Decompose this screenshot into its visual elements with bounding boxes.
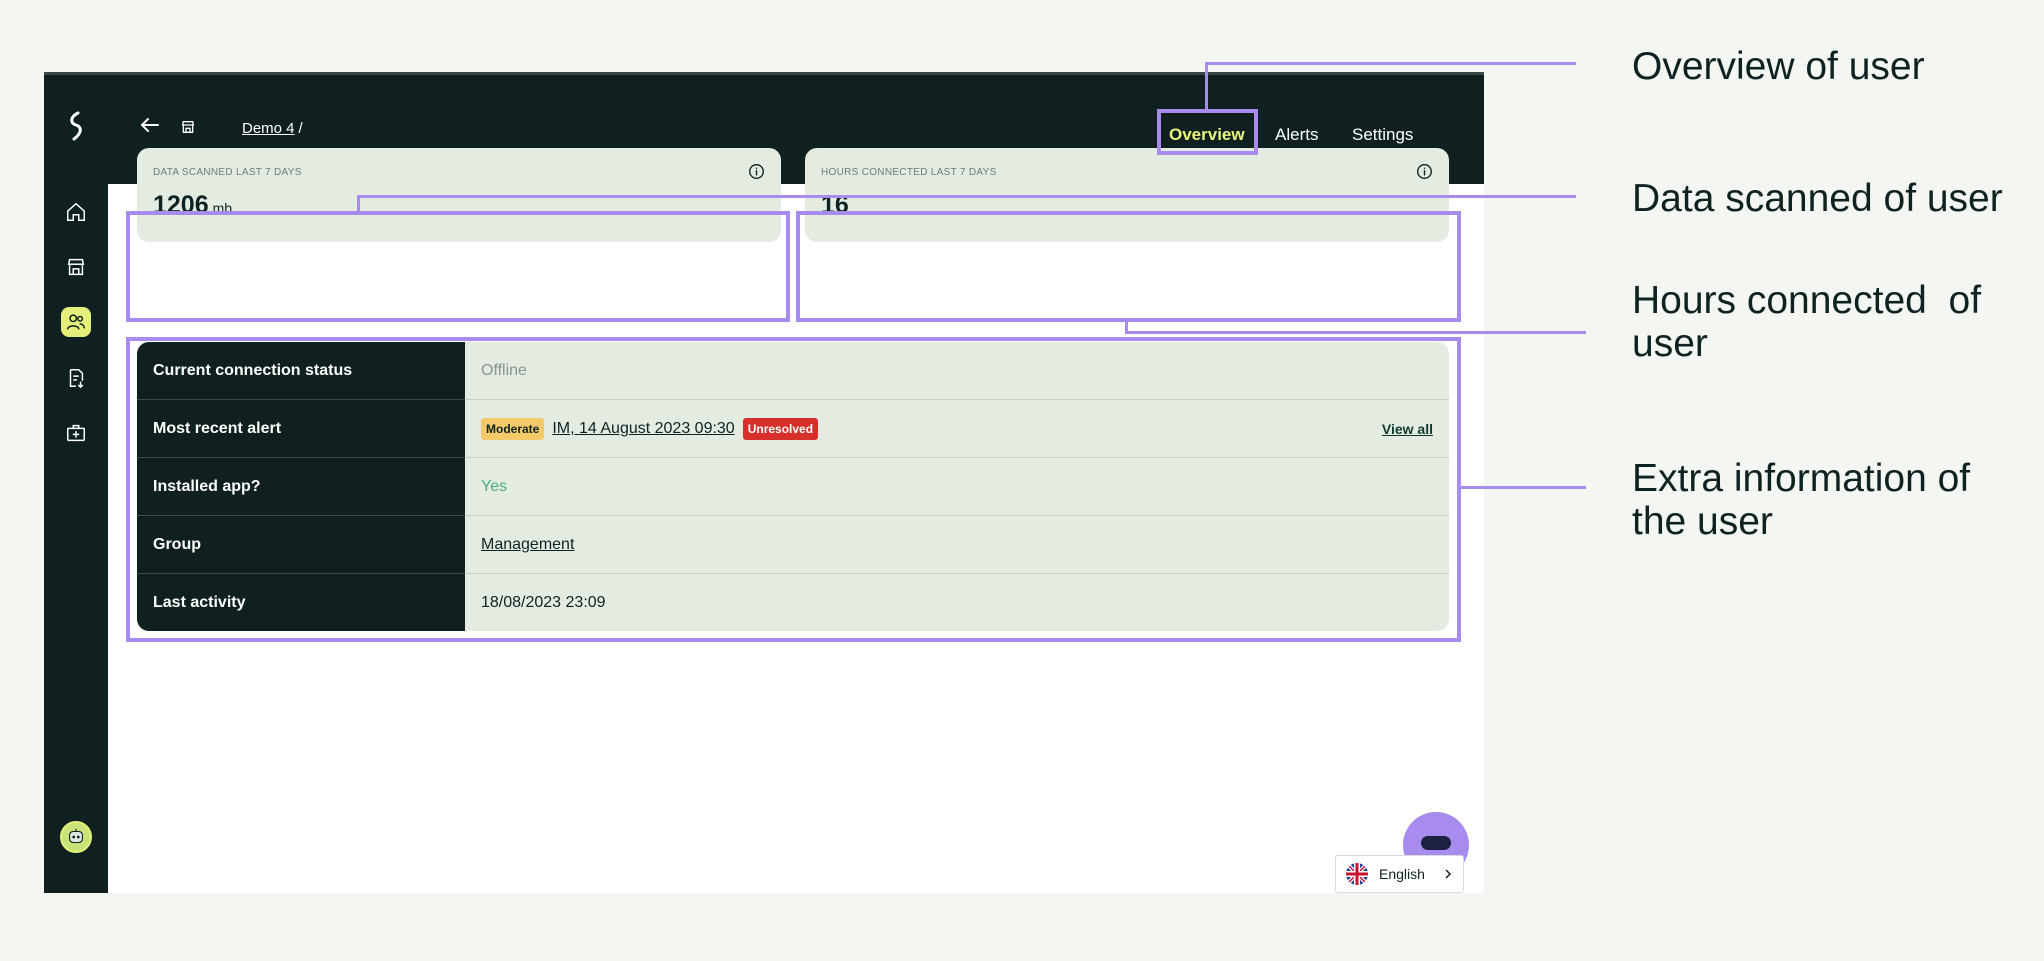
sidebar-item-health[interactable]	[61, 418, 91, 448]
annotation-data-scanned: Data scanned of user	[1632, 177, 2003, 220]
tab-settings[interactable]: Settings	[1352, 125, 1413, 145]
language-label: English	[1379, 866, 1425, 882]
store-icon	[67, 258, 85, 276]
hours-connected-label: HOURS CONNECTED LAST 7 DAYS	[821, 167, 997, 178]
hours-connected-connector	[1125, 331, 1586, 334]
overview-tab-highlight	[1157, 109, 1258, 155]
annotation-hours-line-1: Hours connected of	[1632, 279, 1982, 322]
robot-avatar-icon	[69, 828, 83, 844]
back-arrow-icon[interactable]	[138, 113, 162, 137]
data-scanned-connector	[357, 195, 1576, 198]
language-selector[interactable]: English	[1335, 855, 1464, 893]
overview-connector	[1205, 62, 1208, 110]
chat-icon	[1421, 836, 1451, 850]
annotation-extra-line-1: Extra information of	[1632, 457, 1971, 500]
brand-logo	[70, 111, 82, 141]
store-icon	[181, 121, 195, 133]
medical-kit-icon	[67, 424, 85, 442]
annotation-hours-connected: Hours connected of user	[1632, 279, 1981, 365]
tab-alerts[interactable]: Alerts	[1275, 125, 1318, 145]
sidebar-item-home[interactable]	[61, 197, 91, 227]
info-icon[interactable]	[1416, 163, 1433, 180]
annotation-overview: Overview of user	[1632, 45, 1925, 88]
breadcrumb: Demo 4/	[242, 120, 303, 137]
sidebar-item-users[interactable]	[61, 307, 91, 337]
home-icon	[67, 202, 85, 221]
sidebar-item-store[interactable]	[61, 252, 91, 282]
hours-connected-highlight	[796, 211, 1461, 322]
annotation-hours-line-2: user	[1632, 322, 1708, 365]
chevron-right-icon	[1445, 869, 1452, 879]
extra-info-highlight	[126, 337, 1461, 642]
breadcrumb-separator: /	[298, 120, 303, 137]
annotation-extra-info: Extra information of the user	[1632, 457, 1970, 543]
info-icon[interactable]	[748, 163, 765, 180]
breadcrumb-demo-link[interactable]: Demo 4	[242, 120, 295, 137]
data-scanned-label: DATA SCANNED LAST 7 DAYS	[153, 167, 302, 178]
document-download-icon	[69, 369, 84, 389]
sidebar-item-reports[interactable]	[61, 363, 91, 393]
annotation-extra-line-2: the user	[1632, 500, 1773, 543]
avatar[interactable]	[60, 821, 92, 853]
uk-flag-icon	[1346, 863, 1368, 885]
users-icon	[67, 314, 85, 330]
extra-info-connector	[1461, 486, 1586, 489]
overview-connector	[1205, 62, 1576, 65]
data-scanned-highlight	[126, 211, 790, 322]
sidebar	[44, 75, 108, 893]
